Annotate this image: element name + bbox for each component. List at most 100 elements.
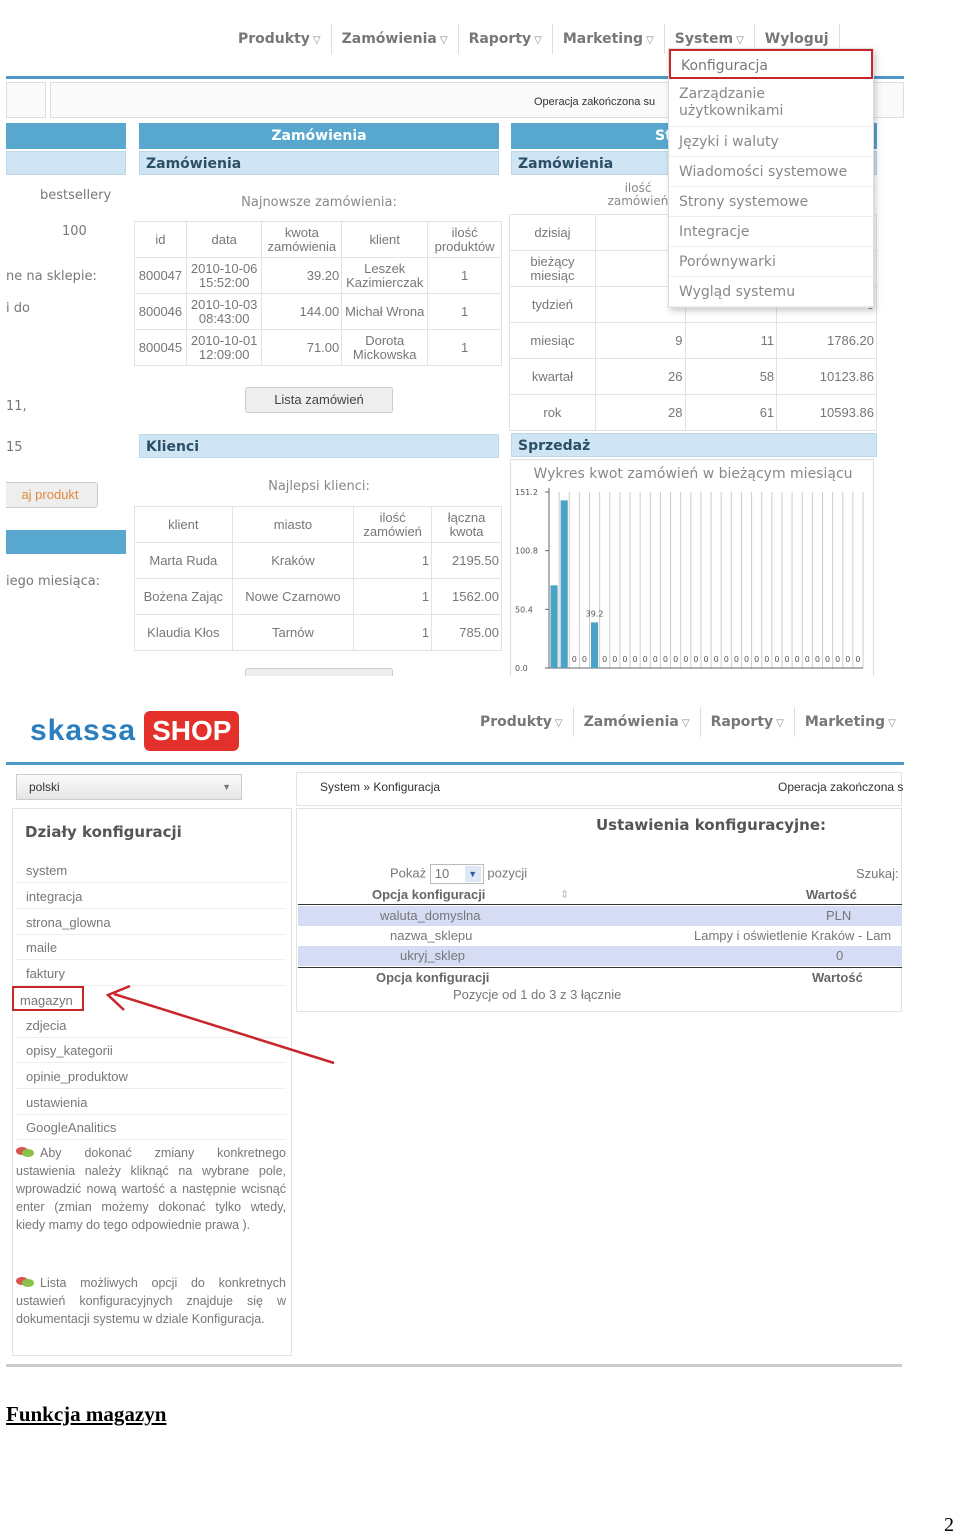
- data-label: 0: [805, 655, 810, 664]
- sidebar-item-ustawienia[interactable]: ustawienia: [16, 1090, 286, 1115]
- nav-produkty[interactable]: Produkty ▽: [228, 24, 332, 54]
- sort-icon[interactable]: ⇕: [560, 885, 569, 905]
- column-header-value[interactable]: Wartość: [806, 885, 857, 905]
- option-name: waluta_domyslna: [380, 908, 481, 923]
- y-tick-label: 100.8: [515, 547, 538, 556]
- menu-item-appearance[interactable]: Wygląd systemu: [669, 277, 873, 307]
- sidebar-item-googleanalitics[interactable]: GoogleAnalitics: [16, 1115, 286, 1140]
- sidebar-item-integracja[interactable]: integracja: [16, 884, 286, 909]
- nav-raporty[interactable]: Raporty ▽: [701, 707, 795, 737]
- menu-item-konfiguracja[interactable]: Konfiguracja: [669, 49, 873, 79]
- nav-zamowienia[interactable]: Zamówienia ▽: [332, 24, 459, 54]
- option-value[interactable]: PLN: [826, 906, 851, 926]
- table-row[interactable]: 800046 2010-10-03 08:43:00 144.00 Michał…: [134, 293, 502, 330]
- sidebar-item-strona-glowna[interactable]: strona_glowna: [16, 910, 286, 935]
- sidebar-item-magazyn[interactable]: magazyn: [12, 986, 84, 1011]
- client-total: 785.00: [431, 614, 502, 651]
- nav-marketing[interactable]: Marketing ▽: [795, 707, 904, 737]
- table-row[interactable]: Marta Ruda Kraków 1 2195.50: [134, 542, 502, 579]
- chevron-down-icon: ▽: [534, 35, 542, 46]
- y-tick-label: 0.0: [515, 664, 528, 673]
- products-count: 11: [684, 322, 778, 359]
- option-value[interactable]: Lampy i oświetlenie Kraków - Lam: [694, 926, 891, 946]
- order-id: 800047: [134, 257, 187, 294]
- data-label: 0: [815, 655, 820, 664]
- nav-marketing[interactable]: Marketing ▽: [553, 24, 665, 54]
- table-row[interactable]: 800047 2010-10-06 15:52:00 39.20 Leszek …: [134, 257, 502, 294]
- clients-subheader: Klienci: [139, 434, 499, 458]
- bestsellers-label: bestsellery: [40, 188, 112, 203]
- hint-text: Lista możliwych opcji do konkretnych ust…: [16, 1276, 286, 1326]
- sales-chart: Wykres kwot zamówień w bieżącym miesiącu…: [510, 459, 874, 676]
- add-product-button[interactable]: aj produkt: [6, 482, 98, 508]
- order-qty: 1: [427, 329, 502, 366]
- chart-bar: [550, 585, 558, 668]
- amount: 1786.20: [776, 322, 877, 359]
- data-label: 0: [633, 655, 638, 664]
- period-label: bieżący miesiąc: [509, 250, 596, 287]
- order-client: Michał Wrona: [341, 293, 429, 330]
- data-label: 0: [764, 655, 769, 664]
- menu-item-messages[interactable]: Wiadomości systemowe: [669, 157, 873, 187]
- count-value: 15: [6, 440, 23, 455]
- data-label: 0: [602, 655, 607, 664]
- nav-raporty[interactable]: Raporty ▽: [459, 24, 553, 54]
- y-tick-label: 151.2: [515, 488, 538, 497]
- client-orders: 1: [353, 542, 433, 579]
- panel-subheader: [6, 151, 126, 175]
- table-row[interactable]: waluta_domyslna PLN: [298, 906, 902, 926]
- column-header: łączna kwota: [431, 506, 502, 543]
- nav-produkty[interactable]: Produkty ▽: [470, 707, 574, 737]
- sidebar-item-maile[interactable]: maile: [16, 935, 286, 960]
- orders-list-button[interactable]: Lista zamówień: [245, 387, 393, 413]
- chevron-down-icon: ▽: [888, 718, 896, 729]
- language-select[interactable]: polski ▼: [16, 774, 242, 800]
- menu-item-integrations[interactable]: Integracje: [669, 217, 873, 247]
- order-qty: 1: [427, 257, 502, 294]
- page-number: 2: [944, 1514, 954, 1536]
- table-row[interactable]: Klaudia Kłos Tarnów 1 785.00: [134, 614, 502, 651]
- hint-docs: Lista możliwych opcji do konkretnych ust…: [16, 1274, 286, 1328]
- section-heading: Funkcja magazyn: [6, 1402, 167, 1426]
- column-header-option[interactable]: Opcja konfiguracji: [372, 885, 485, 905]
- data-label: 0: [572, 655, 577, 664]
- status-message: Operacja zakończona su: [534, 96, 656, 108]
- order-client: Dorota Mickowska: [341, 329, 429, 366]
- table-row[interactable]: Bożena Zając Nowe Czarnowo 1 1562.00: [134, 578, 502, 615]
- chevron-down-icon: ▽: [554, 718, 563, 729]
- client-orders: 1: [353, 614, 433, 651]
- sidebar-item-system[interactable]: system: [16, 858, 286, 883]
- menu-item-languages[interactable]: Języki i waluty: [669, 127, 873, 157]
- order-date: 2010-10-01 12:09:00: [185, 329, 263, 366]
- nav-label: Marketing: [562, 31, 644, 47]
- data-label: 0: [835, 655, 840, 664]
- order-amount: 144.00: [261, 293, 343, 330]
- toolbar-left: [6, 82, 46, 118]
- best-clients-caption: Najlepsi klienci:: [268, 479, 370, 494]
- clients-list-button[interactable]: [245, 668, 393, 676]
- table-row: kwartał 26 58 10123.86: [509, 358, 877, 395]
- nav-zamowienia[interactable]: Zamówienia ▽: [574, 707, 701, 737]
- data-label: 0: [663, 655, 668, 664]
- table-row[interactable]: nazwa_sklepu Lampy i oświetlenie Kraków …: [298, 926, 902, 946]
- client-name: Bożena Zając: [134, 578, 233, 615]
- menu-item-pages[interactable]: Strony systemowe: [669, 187, 873, 217]
- clients-table: klient miasto ilość zamówień łączna kwot…: [134, 506, 502, 651]
- table-row[interactable]: ukryj_sklep 0: [298, 946, 902, 966]
- amount: 10593.86: [776, 394, 877, 431]
- option-value[interactable]: 0: [836, 946, 843, 966]
- orders-count: 26: [594, 358, 686, 395]
- menu-item-comparators[interactable]: Porównywarki: [669, 247, 873, 277]
- menu-item-users[interactable]: Zarządzanie użytkownikami: [669, 79, 873, 127]
- column-header: data: [185, 221, 263, 258]
- client-orders: 1: [353, 578, 433, 615]
- table-row[interactable]: 800045 2010-10-01 12:09:00 71.00 Dorota …: [134, 329, 502, 366]
- column-footer-value: Wartość: [812, 970, 863, 985]
- order-id: 800046: [134, 293, 187, 330]
- orders-count: 9: [594, 322, 686, 359]
- order-amount: 71.00: [261, 329, 343, 366]
- show-suffix: pozycji: [487, 865, 528, 881]
- language-value: polski: [29, 780, 60, 794]
- page-length-select[interactable]: 10 ▼: [429, 864, 484, 884]
- settings-title: Ustawienia konfiguracyjne:: [596, 816, 827, 834]
